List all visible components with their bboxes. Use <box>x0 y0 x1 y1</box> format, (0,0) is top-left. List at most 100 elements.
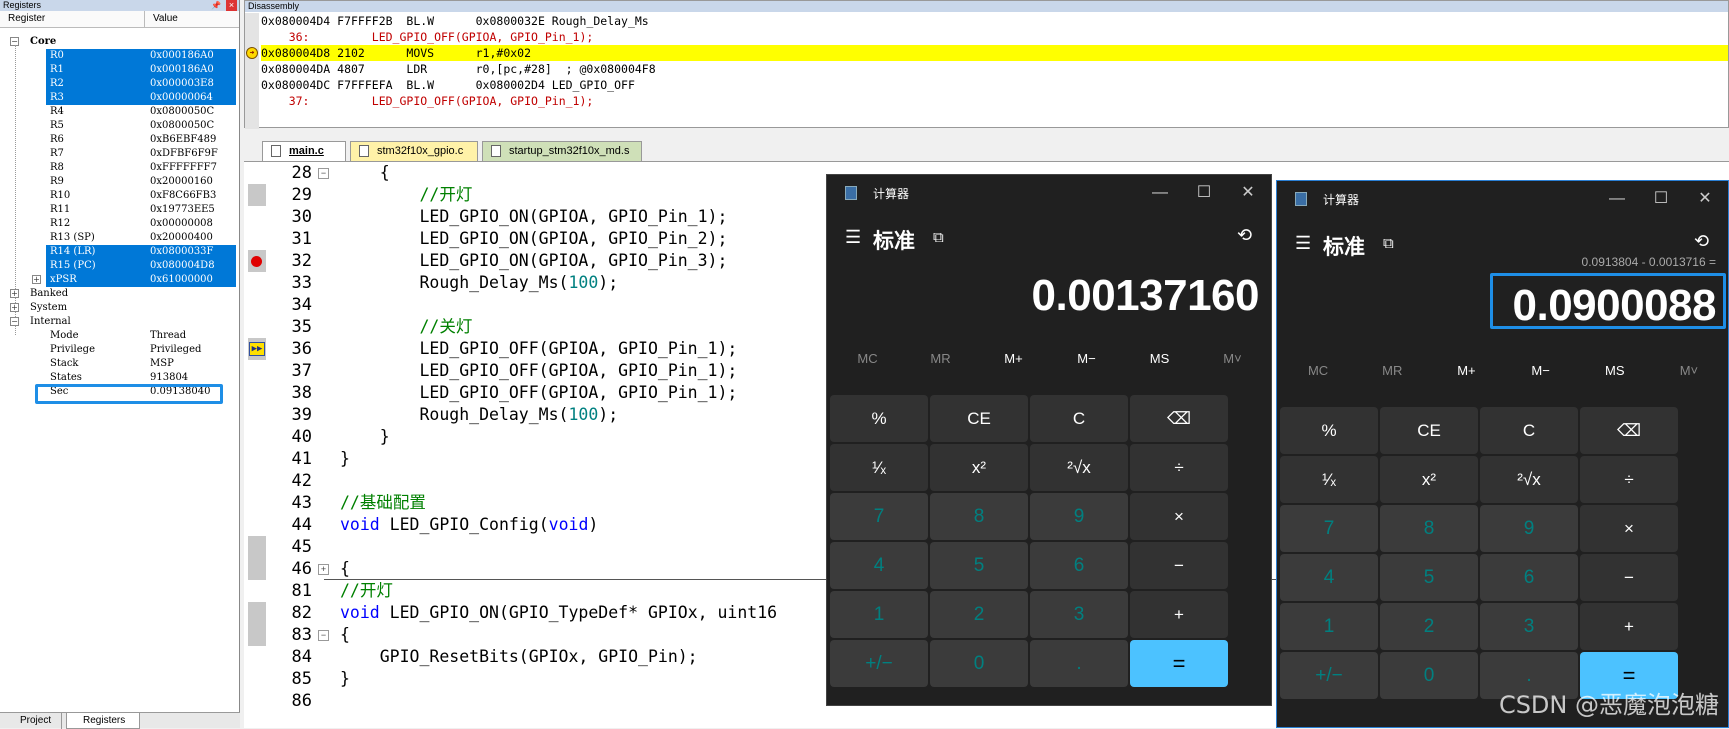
key-14[interactable]: 6 <box>1480 554 1578 601</box>
history-icon[interactable]: ⟲ <box>1694 231 1709 252</box>
code-line[interactable]: GPIO_ResetBits(GPIOx, GPIO_Pin); <box>340 646 698 668</box>
expand-icon[interactable]: + <box>10 303 19 312</box>
register-row[interactable]: + xPSR 0x61000000 <box>32 273 236 287</box>
memory-button-4[interactable]: MS <box>1123 351 1196 366</box>
key-10[interactable]: 9 <box>1030 493 1128 540</box>
memory-button-3[interactable]: M− <box>1504 363 1578 378</box>
breakpoint-margin[interactable] <box>248 624 266 646</box>
internal-row-mode[interactable]: Mode Thread <box>46 329 236 343</box>
code-line[interactable]: { <box>340 624 350 646</box>
register-row[interactable]: R0 0x000186A0 <box>46 49 236 63</box>
key-19[interactable]: + <box>1580 603 1678 650</box>
breakpoint-margin[interactable] <box>248 558 266 580</box>
key-3[interactable]: ⌫ <box>1580 407 1678 454</box>
key-15[interactable]: − <box>1580 554 1678 601</box>
close-icon[interactable]: × <box>226 0 237 11</box>
code-line[interactable]: } <box>340 668 350 690</box>
key-20[interactable]: +/− <box>1280 652 1378 699</box>
register-row[interactable]: R14 (LR) 0x0800033F <box>46 245 236 259</box>
expand-icon[interactable]: + <box>10 289 19 298</box>
code-line[interactable]: //基础配置 <box>340 492 426 514</box>
disassembly-line[interactable]: 36: LED_GPIO_OFF(GPIOA, GPIO_Pin_1); <box>261 29 1728 45</box>
editor-gutter[interactable]: 28 29 30 31 32 33 34 35 36 37 38 39 40 41 42 43 44 45 46 81… <box>244 162 329 728</box>
keep-on-top-icon[interactable]: ⧉ <box>933 229 944 246</box>
code-line[interactable]: void LED_GPIO_Config(void) <box>340 514 598 536</box>
key-17[interactable]: 2 <box>1380 603 1478 650</box>
register-row[interactable]: R4 0x0800050C <box>46 105 236 119</box>
internal-row-states[interactable]: States 913804 <box>46 371 236 385</box>
column-value[interactable]: Value <box>145 11 178 27</box>
internal-row-stack[interactable]: Stack MSP <box>46 357 236 371</box>
key-22[interactable]: . <box>1030 640 1128 687</box>
key-7[interactable]: ÷ <box>1130 444 1228 491</box>
register-group-system[interactable]: + System <box>0 301 236 315</box>
register-row[interactable]: R10 0xF8C66FB3 <box>46 189 236 203</box>
register-row[interactable]: R9 0x20000160 <box>46 175 236 189</box>
register-row[interactable]: R12 0x00000008 <box>46 217 236 231</box>
disassembly-line[interactable]: 0x080004D4 F7FFFF2B BL.W 0x0800032E Roug… <box>261 13 1728 29</box>
code-line[interactable]: //关灯 <box>340 316 472 338</box>
key-9[interactable]: 8 <box>930 493 1028 540</box>
code-line[interactable]: Rough_Delay_Ms(100); <box>340 404 618 426</box>
tab-startup-stm32f10x-md-s[interactable]: startup_stm32f10x_md.s <box>482 141 642 161</box>
key-9[interactable]: 8 <box>1380 505 1478 552</box>
memory-button-3[interactable]: M− <box>1050 351 1123 366</box>
register-row[interactable]: R7 0xDFBF6F9F <box>46 147 236 161</box>
code-line[interactable]: LED_GPIO_OFF(GPIOA, GPIO_Pin_1); <box>340 382 737 404</box>
column-register[interactable]: Register <box>0 11 145 27</box>
memory-button-2[interactable]: M+ <box>1429 363 1503 378</box>
key-11[interactable]: × <box>1580 505 1678 552</box>
key-3[interactable]: ⌫ <box>1130 395 1228 442</box>
key-2[interactable]: C <box>1030 395 1128 442</box>
key-21[interactable]: 0 <box>1380 652 1478 699</box>
register-group-internal[interactable]: − Internal <box>0 315 236 329</box>
memory-button-2[interactable]: M+ <box>977 351 1050 366</box>
register-row[interactable]: R6 0xB6EBF489 <box>46 133 236 147</box>
disassembly-line[interactable]: 37: LED_GPIO_OFF(GPIOA, GPIO_Pin_1); <box>261 93 1728 109</box>
minimize-icon[interactable]: — <box>1606 188 1628 210</box>
history-icon[interactable]: ⟲ <box>1237 225 1252 246</box>
hamburger-menu-icon[interactable]: ☰ <box>1295 233 1311 254</box>
hamburger-menu-icon[interactable]: ☰ <box>845 227 861 248</box>
tab-main-c[interactable]: main.c <box>262 141 346 161</box>
key-16[interactable]: 1 <box>830 591 928 638</box>
breakpoint-icon[interactable] <box>251 256 262 267</box>
breakpoint-margin[interactable] <box>248 602 266 624</box>
key-0[interactable]: % <box>1280 407 1378 454</box>
register-row[interactable]: R2 0x000003E8 <box>46 77 236 91</box>
collapse-icon[interactable]: − <box>10 317 19 326</box>
key-11[interactable]: × <box>1130 493 1228 540</box>
disassembly-line[interactable]: 0x080004DA 4807 LDR r0,[pc,#28] ; @0x080… <box>261 61 1728 77</box>
key-7[interactable]: ÷ <box>1580 456 1678 503</box>
key-10[interactable]: 9 <box>1480 505 1578 552</box>
key-4[interactable]: ¹⁄ₓ <box>1280 456 1378 503</box>
close-icon[interactable]: ✕ <box>1694 188 1716 210</box>
key-14[interactable]: 6 <box>1030 542 1128 589</box>
tab-stm32f10x-gpio-c[interactable]: stm32f10x_gpio.c <box>350 141 478 161</box>
keep-on-top-icon[interactable]: ⧉ <box>1383 235 1394 252</box>
tab-project[interactable]: Project <box>4 713 62 729</box>
key-1[interactable]: CE <box>930 395 1028 442</box>
memory-button-1[interactable]: MR <box>904 351 977 366</box>
register-group-banked[interactable]: + Banked <box>0 287 236 301</box>
register-row[interactable]: R11 0x19773EE5 <box>46 203 236 217</box>
key-13[interactable]: 5 <box>1380 554 1478 601</box>
breakpoint-margin[interactable] <box>248 536 266 558</box>
memory-button-0[interactable]: MC <box>831 351 904 366</box>
key-6[interactable]: ²√x <box>1480 456 1578 503</box>
key-18[interactable]: 3 <box>1030 591 1128 638</box>
key-20[interactable]: +/− <box>830 640 928 687</box>
memory-button-1[interactable]: MR <box>1355 363 1429 378</box>
key-5[interactable]: x² <box>1380 456 1478 503</box>
register-row[interactable]: R1 0x000186A0 <box>46 63 236 77</box>
code-line[interactable]: //开灯 <box>340 580 393 602</box>
key-0[interactable]: % <box>830 395 928 442</box>
maximize-icon[interactable]: ☐ <box>1650 188 1672 210</box>
expand-icon[interactable]: + <box>32 275 41 284</box>
breakpoint-margin[interactable] <box>248 184 266 206</box>
disassembly-gutter[interactable] <box>245 13 259 129</box>
code-line[interactable]: Rough_Delay_Ms(100); <box>340 272 618 294</box>
key-17[interactable]: 2 <box>930 591 1028 638</box>
collapse-fold-icon[interactable]: − <box>318 630 329 641</box>
internal-row-privilege[interactable]: Privilege Privileged <box>46 343 236 357</box>
